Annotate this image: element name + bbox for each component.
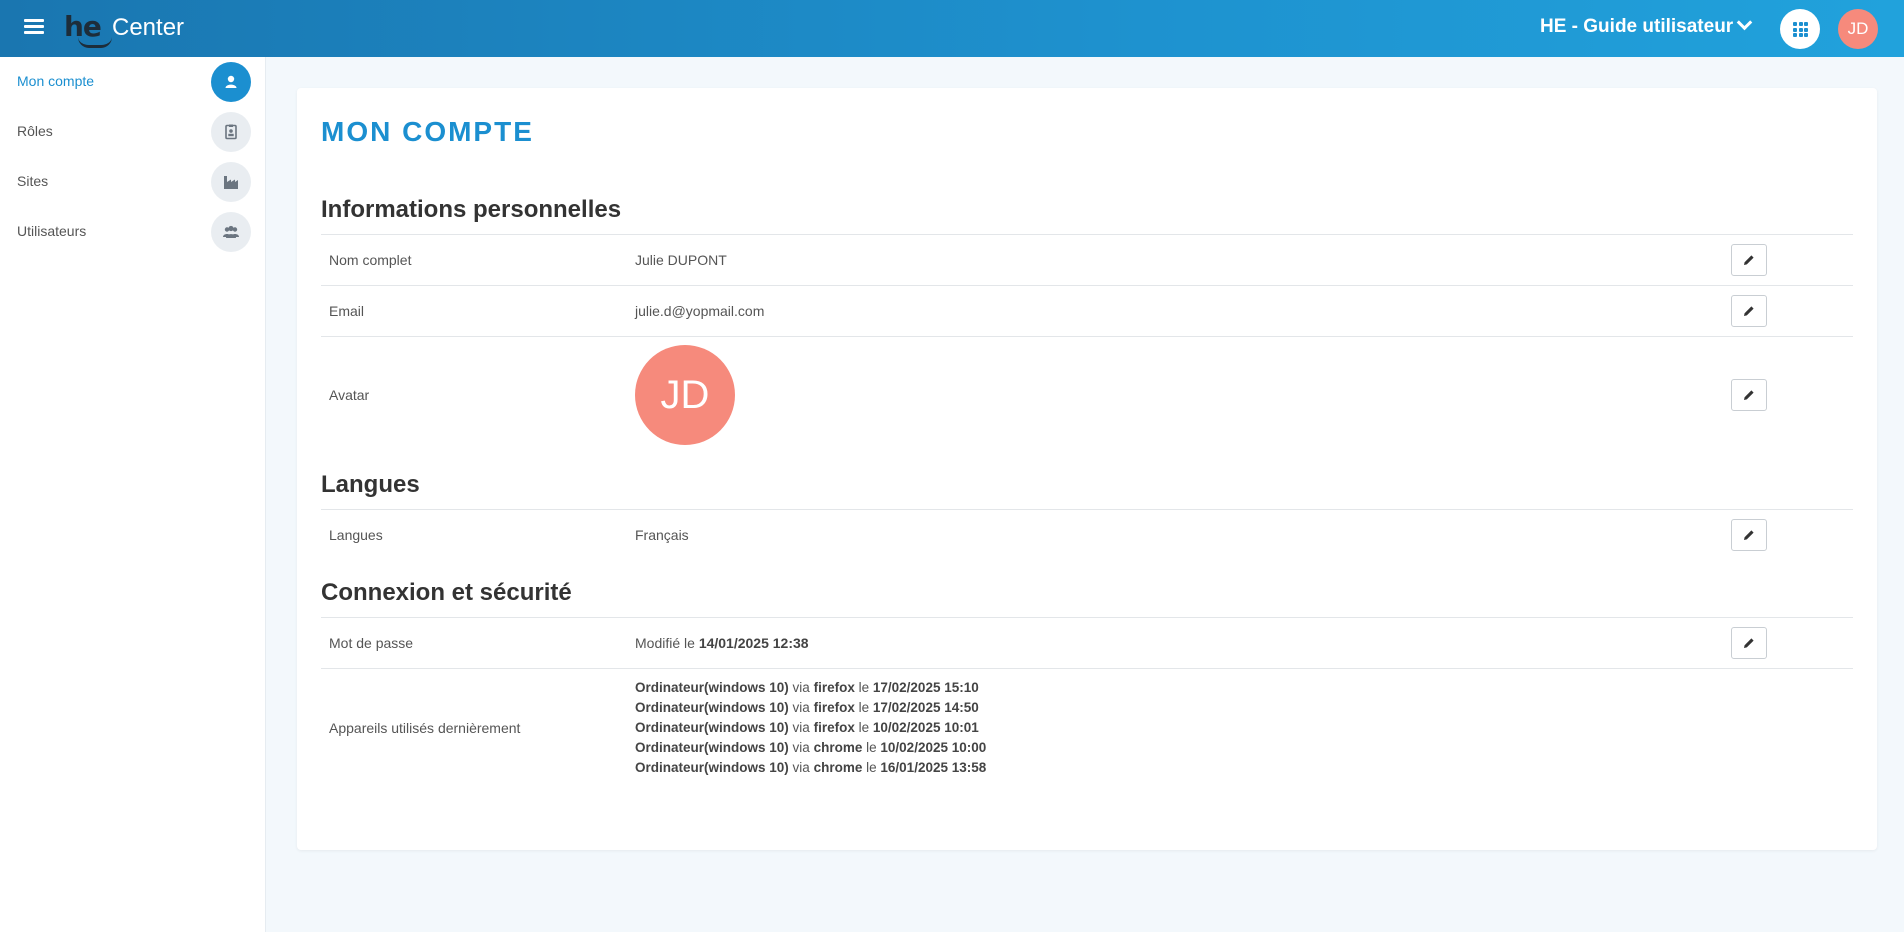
sidebar-item-sites[interactable]: Sites	[0, 157, 265, 207]
pencil-icon	[1744, 638, 1754, 648]
section-title-personal: Informations personnelles	[321, 196, 622, 223]
password-label: Mot de passe	[329, 635, 414, 651]
device-entry: Ordinateur(windows 10) via chrome le 16/…	[635, 760, 987, 775]
sidebar-item-mon-compte[interactable]: Mon compte	[0, 57, 265, 107]
site-selector[interactable]: HE - Guide utilisateur	[1540, 14, 1753, 38]
sidebar-item-roles[interactable]: Rôles	[0, 107, 265, 157]
pencil-icon	[1744, 306, 1754, 316]
sidebar-item-label: Utilisateurs	[17, 223, 87, 239]
row-devices: Appareils utilisés dernièrement Ordinate…	[321, 668, 1853, 789]
languages-label: Langues	[329, 527, 383, 543]
section-title-security: Connexion et sécurité	[321, 579, 572, 606]
avatar-label: Avatar	[329, 387, 370, 403]
row-password: Mot de passe Modifié le 14/01/2025 12:38	[321, 617, 1853, 668]
top-bar: he Center HE - Guide utilisateur JD	[0, 0, 1904, 57]
device-entry: Ordinateur(windows 10) via firefox le 17…	[635, 700, 979, 715]
device-entry: Ordinateur(windows 10) via firefox le 17…	[635, 680, 979, 695]
section-title-languages: Langues	[321, 471, 420, 498]
device-entry: Ordinateur(windows 10) via chrome le 10/…	[635, 740, 987, 755]
sidebar-item-label: Sites	[17, 173, 49, 189]
sidebar: Mon compte Rôles Sites Utilisateurs	[0, 57, 266, 932]
email-label: Email	[329, 303, 365, 319]
apps-grid-button[interactable]	[1780, 9, 1820, 49]
edit-password-button[interactable]	[1731, 627, 1767, 659]
chevron-down-icon	[1736, 14, 1753, 31]
edit-email-button[interactable]	[1731, 295, 1767, 327]
factory-icon	[211, 162, 251, 202]
app-name: Center	[112, 14, 185, 41]
email-value: julie.d@yopmail.com	[635, 303, 765, 319]
row-full-name: Nom complet Julie DUPONT	[321, 234, 1853, 285]
avatar: JD	[635, 345, 735, 445]
row-languages: Langues Français	[321, 509, 1853, 560]
password-value: Modifié le 14/01/2025 12:38	[635, 635, 809, 651]
users-icon	[211, 212, 251, 252]
account-card: MON COMPTE Informations personnelles Nom…	[297, 88, 1877, 850]
user-avatar-button[interactable]: JD	[1838, 9, 1878, 49]
badge-icon	[211, 112, 251, 152]
edit-avatar-button[interactable]	[1731, 379, 1767, 411]
sidebar-item-utilisateurs[interactable]: Utilisateurs	[0, 207, 265, 257]
edit-full-name-button[interactable]	[1731, 244, 1767, 276]
grid-icon	[1793, 22, 1808, 37]
password-date: 14/01/2025 12:38	[698, 635, 809, 651]
row-email: Email julie.d@yopmail.com	[321, 285, 1853, 336]
pencil-icon	[1744, 255, 1754, 265]
site-selector-label: HE - Guide utilisateur	[1540, 16, 1734, 37]
devices-label: Appareils utilisés dernièrement	[329, 720, 521, 736]
device-entry: Ordinateur(windows 10) via firefox le 10…	[635, 720, 979, 735]
full-name-value: Julie DUPONT	[635, 252, 727, 268]
row-avatar: Avatar JD	[321, 336, 1853, 453]
languages-value: Français	[635, 527, 689, 543]
logo-swoosh	[78, 37, 112, 48]
devices-list: Ordinateur(windows 10) via firefox le 17…	[635, 678, 986, 778]
password-prefix: Modifié le	[635, 635, 695, 651]
pencil-icon	[1744, 530, 1754, 540]
sidebar-item-label: Mon compte	[17, 73, 95, 89]
user-icon	[211, 62, 251, 102]
page-title: MON COMPTE	[321, 116, 534, 147]
edit-languages-button[interactable]	[1731, 519, 1767, 551]
pencil-icon	[1744, 390, 1754, 400]
menu-icon[interactable]	[24, 16, 44, 36]
sidebar-item-label: Rôles	[17, 123, 53, 139]
full-name-label: Nom complet	[329, 252, 412, 268]
